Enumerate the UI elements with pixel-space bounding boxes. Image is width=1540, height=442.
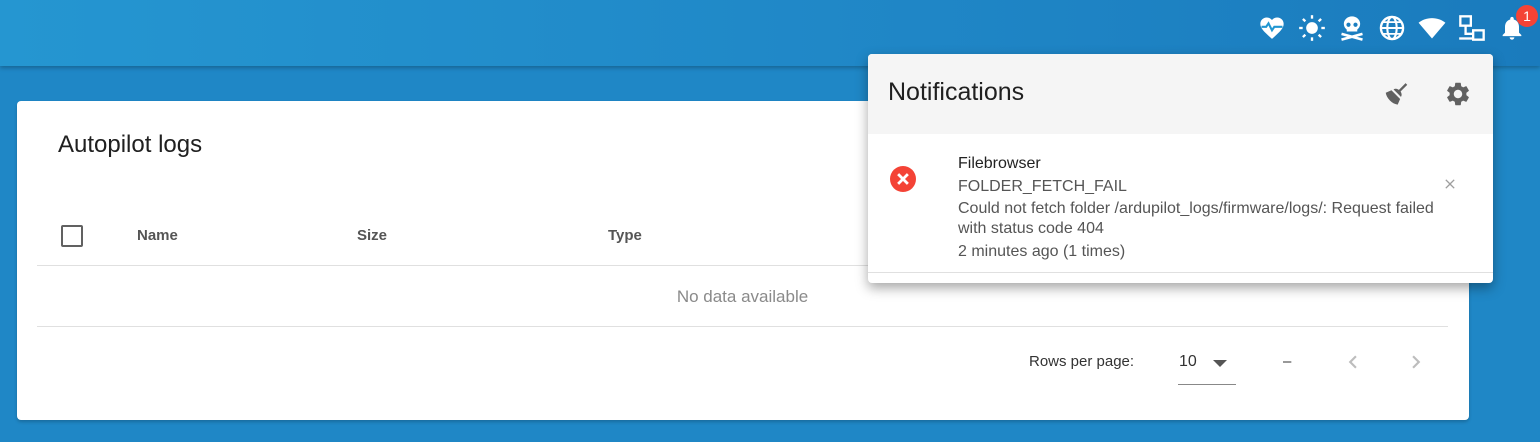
next-page-button[interactable] — [1403, 349, 1429, 375]
notifications-title: Notifications — [888, 78, 1025, 106]
gear-icon — [1447, 82, 1469, 106]
page-title: Autopilot logs — [58, 131, 203, 158]
bell-icon[interactable]: 1 — [1498, 5, 1538, 42]
notification-code: FOLDER_FETCH_FAIL — [958, 178, 1127, 195]
heartbeat-icon[interactable] — [1258, 14, 1286, 42]
error-icon — [890, 166, 916, 192]
close-icon — [1445, 179, 1455, 189]
select-all-checkbox[interactable] — [61, 225, 83, 247]
notification-item: Filebrowser FOLDER_FETCH_FAIL Could not … — [868, 134, 1493, 273]
rows-per-page-value: 10 — [1179, 353, 1197, 370]
rows-per-page-label: Rows per page: — [1029, 353, 1135, 370]
system-tray: 1 — [1246, 5, 1538, 42]
dismiss-notification-button[interactable] — [1442, 176, 1458, 192]
rows-per-page-select[interactable]: 10 — [1178, 344, 1236, 385]
chevron-left-icon — [1348, 355, 1357, 369]
previous-page-button[interactable] — [1340, 349, 1366, 375]
column-header-type[interactable]: Type — [608, 227, 642, 244]
notification-settings-button[interactable] — [1444, 80, 1472, 108]
skull-crossbones-icon[interactable] — [1338, 14, 1366, 42]
notification-time: 2 minutes ago (1 times) — [958, 243, 1126, 260]
brightness-icon[interactable] — [1298, 14, 1326, 42]
notification-message: Could not fetch folder /ardupilot_logs/f… — [958, 200, 1434, 237]
column-header-name[interactable]: Name — [137, 227, 178, 244]
clear-notifications-button[interactable] — [1383, 80, 1411, 108]
notifications-header: Notifications — [868, 54, 1493, 134]
notification-badge: 1 — [1516, 5, 1538, 27]
dropdown-caret-icon — [1213, 360, 1227, 367]
chevron-right-icon — [1412, 355, 1421, 369]
wifi-icon[interactable] — [1418, 14, 1446, 42]
notifications-panel: Notifications Filebrowser FOLDER_FETCH_F… — [868, 54, 1493, 283]
empty-state-text: No data available — [676, 287, 809, 306]
notification-source: Filebrowser — [958, 155, 1041, 172]
column-header-size[interactable]: Size — [357, 227, 387, 244]
page-range-text: – — [1283, 353, 1292, 370]
broom-icon — [1385, 83, 1408, 105]
globe-icon[interactable] — [1378, 14, 1406, 42]
network-icon[interactable] — [1458, 14, 1486, 42]
